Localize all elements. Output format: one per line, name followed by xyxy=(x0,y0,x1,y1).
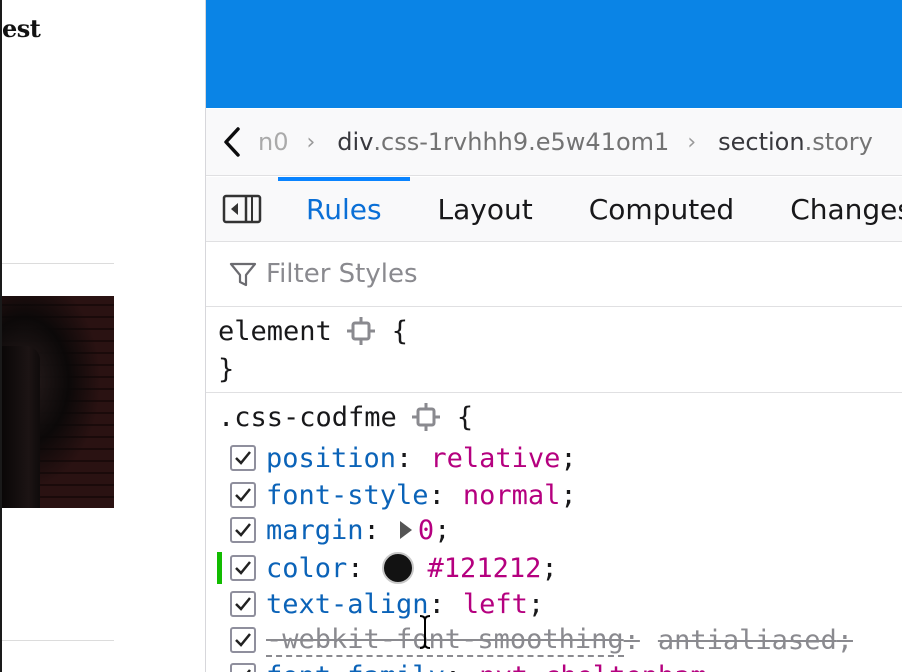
declaration-checkbox[interactable] xyxy=(230,591,256,617)
property-name[interactable]: font-style xyxy=(266,480,429,511)
checkmark-icon xyxy=(235,523,251,537)
filter-icon xyxy=(229,262,257,287)
checkmark-icon xyxy=(235,633,251,647)
checkmark-icon xyxy=(235,561,251,575)
tab-changes[interactable]: Changes xyxy=(762,177,902,241)
property-value[interactable]: antialiased xyxy=(658,625,837,656)
semicolon: ; xyxy=(836,624,853,656)
rule-selector[interactable]: element xyxy=(218,316,332,347)
photo-figure xyxy=(2,346,40,508)
declaration-checkbox[interactable] xyxy=(230,663,256,672)
viewport-highlight xyxy=(206,0,902,108)
declaration: text-align: left; xyxy=(206,587,544,621)
devtools-panel: n0 › div .css-1rvhhh9.e5w41om1 › section.… xyxy=(205,0,902,672)
page-headline-fragment[interactable]: est xyxy=(2,14,41,43)
rule-open-brace: { xyxy=(391,315,409,347)
property-value[interactable]: 0 xyxy=(418,515,434,546)
colon: : xyxy=(428,479,445,511)
text-cursor-icon xyxy=(419,615,431,649)
rule-selector[interactable]: .css-codfme xyxy=(218,402,397,433)
declaration: font-family: nyt-cheltenham xyxy=(206,659,707,672)
breadcrumb-scroll-left-button[interactable] xyxy=(206,109,258,175)
divider xyxy=(2,263,114,264)
property-value[interactable]: normal xyxy=(463,480,561,511)
property-name[interactable]: font-family xyxy=(266,661,445,672)
semicolon: ; xyxy=(527,588,545,620)
chevron-left-icon xyxy=(224,127,240,157)
node-highlighter-icon[interactable] xyxy=(411,402,441,432)
colon: : xyxy=(347,552,364,584)
checkmark-icon xyxy=(235,451,251,465)
breadcrumb-item[interactable]: div .css-1rvhhh9.e5w41om1 xyxy=(337,128,669,156)
filter-bar xyxy=(206,242,902,307)
breadcrumb-separator: › xyxy=(306,129,316,155)
rule-open-brace: { xyxy=(456,401,474,433)
semicolon: ; xyxy=(560,479,577,511)
sidebar-tabs: Rules Layout Computed Changes xyxy=(206,177,902,242)
declaration-checkbox[interactable] xyxy=(230,555,256,581)
tab-rules[interactable]: Rules xyxy=(278,177,410,241)
property-name[interactable]: text-align xyxy=(266,589,429,620)
breadcrumb: n0 › div .css-1rvhhh9.e5w41om1 › section.… xyxy=(206,109,902,176)
colon: : xyxy=(445,661,461,672)
declaration: position: relative; xyxy=(206,441,577,475)
property-name[interactable]: margin xyxy=(266,515,364,546)
declaration: margin: 0; xyxy=(206,513,450,547)
rule-close-brace: } xyxy=(218,353,235,385)
property-value[interactable]: #121212 xyxy=(428,553,542,584)
article-photo[interactable] xyxy=(2,296,114,508)
breadcrumb-separator: › xyxy=(687,129,697,155)
property-value[interactable]: left xyxy=(463,589,528,620)
colon: : xyxy=(363,514,380,546)
checkmark-icon xyxy=(235,597,251,611)
declaration-overridden: -webkit-font-smoothing: antialiased; xyxy=(206,623,853,657)
property-name[interactable]: position xyxy=(266,443,396,474)
declaration-checkbox[interactable] xyxy=(230,627,256,653)
property-name[interactable]: color xyxy=(266,553,347,584)
declaration-checkbox[interactable] xyxy=(230,517,256,543)
tab-layout[interactable]: Layout xyxy=(410,177,561,241)
page-content: est xyxy=(0,0,205,672)
color-swatch[interactable] xyxy=(381,552,414,584)
declaration-checkbox[interactable] xyxy=(230,445,256,471)
tab-computed[interactable]: Computed xyxy=(561,177,762,241)
rule-css-codfme: .css-codfme { position: relative; font-s… xyxy=(206,394,902,672)
semicolon: ; xyxy=(560,442,577,474)
expand-triangle-icon[interactable] xyxy=(399,521,412,539)
declaration: font-style: normal; xyxy=(206,478,577,512)
semicolon: ; xyxy=(434,514,451,546)
rule-header: element { xyxy=(218,314,408,348)
semicolon: ; xyxy=(541,552,558,584)
checkmark-icon xyxy=(246,669,251,672)
declaration: color: #121212; xyxy=(206,551,558,585)
breadcrumb-item[interactable]: section .story xyxy=(718,128,873,156)
rule-element: element { } xyxy=(206,308,902,393)
property-name[interactable]: -webkit-font-smoothing xyxy=(266,624,624,657)
toggle-pane-button[interactable] xyxy=(206,177,278,241)
divider xyxy=(2,640,114,641)
property-value[interactable]: relative xyxy=(430,443,560,474)
declaration-checkbox[interactable] xyxy=(230,482,256,508)
breadcrumb-item[interactable]: n0 xyxy=(258,128,288,156)
pane-toggle-icon xyxy=(222,194,262,224)
checkmark-icon xyxy=(235,488,251,502)
colon: : xyxy=(623,624,640,656)
colon: : xyxy=(396,442,413,474)
property-value[interactable]: nyt-cheltenham xyxy=(479,661,707,672)
filter-styles-input[interactable] xyxy=(264,258,668,290)
rule-header: .css-codfme { xyxy=(218,400,473,434)
node-highlighter-icon[interactable] xyxy=(346,316,376,346)
